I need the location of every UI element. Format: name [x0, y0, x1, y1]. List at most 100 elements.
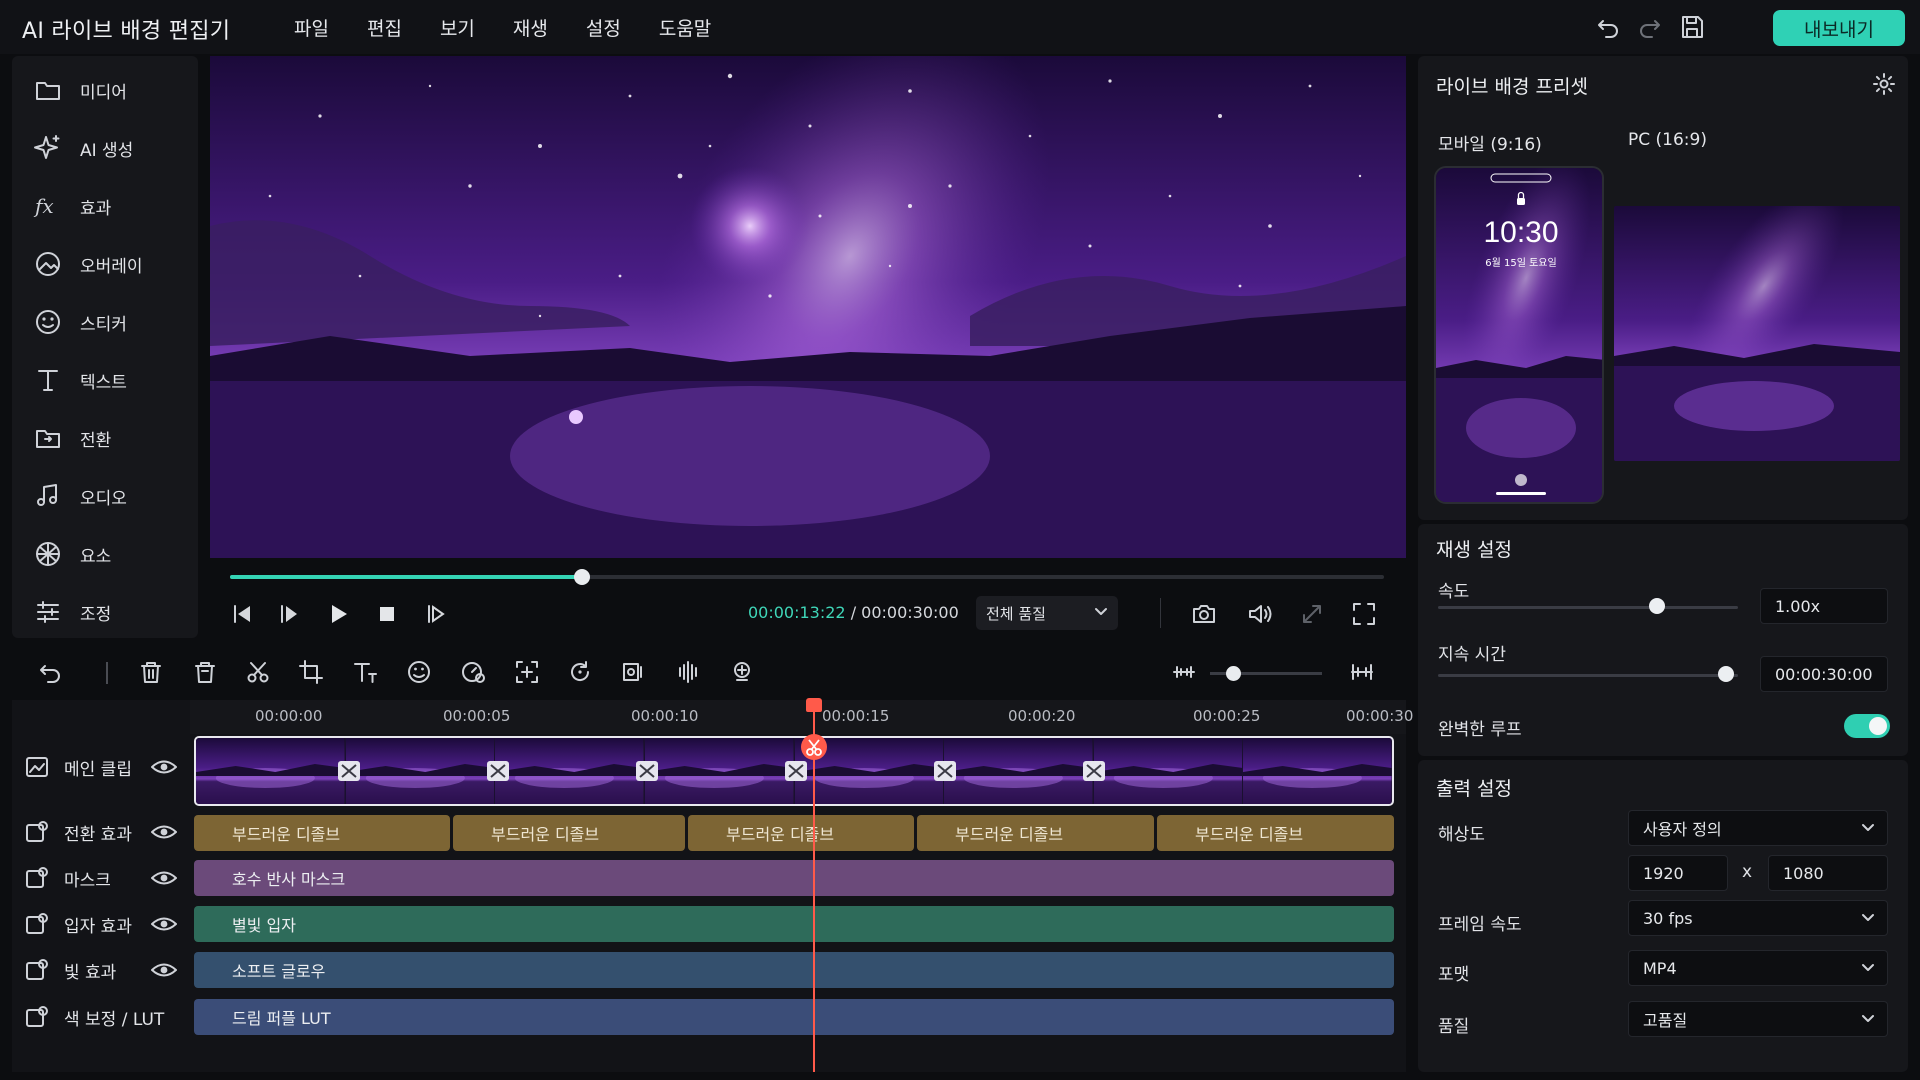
fullscreen-icon[interactable] — [1350, 600, 1378, 628]
eye-icon[interactable] — [150, 822, 178, 842]
ai-voice-icon[interactable] — [728, 658, 756, 686]
transition-clip[interactable]: 부드러운 디졸브 — [1157, 815, 1394, 851]
video-preview[interactable] — [210, 56, 1406, 558]
sidebar-item-text[interactable]: 텍스트 — [32, 360, 127, 400]
mask-clip[interactable]: 호수 반사 마스크 — [194, 860, 1394, 896]
eye-icon[interactable] — [150, 868, 178, 888]
pc-preview[interactable] — [1614, 206, 1900, 461]
skip-back-icon[interactable] — [228, 600, 256, 628]
progress-handle[interactable] — [573, 569, 590, 585]
undo-icon[interactable] — [1594, 13, 1622, 41]
save-icon[interactable] — [1678, 13, 1706, 41]
audio-split-icon[interactable] — [674, 658, 702, 686]
loop-toggle[interactable] — [1844, 714, 1890, 738]
text-tool-icon[interactable] — [351, 658, 379, 686]
resolution-select[interactable]: 사용자 정의 — [1628, 810, 1888, 846]
eye-icon[interactable] — [150, 960, 178, 980]
eye-icon[interactable] — [150, 757, 178, 777]
speed-slider[interactable] — [1438, 606, 1738, 609]
menu-view[interactable]: 보기 — [440, 14, 475, 41]
menu-edit[interactable]: 편집 — [367, 14, 402, 41]
speed-input[interactable]: 1.00x — [1760, 588, 1888, 624]
volume-icon[interactable] — [1246, 600, 1274, 628]
sidebar-item-audio[interactable]: 오디오 — [32, 476, 127, 516]
tab-mobile[interactable]: 모바일 (9:16) — [1438, 130, 1542, 155]
undo-icon[interactable] — [36, 658, 64, 686]
pc-preview-image — [1614, 206, 1900, 461]
speed-handle[interactable] — [1649, 598, 1665, 614]
playback-progress[interactable] — [230, 569, 1384, 585]
tab-pc[interactable]: PC (16:9) — [1628, 130, 1707, 150]
transition-marker-icon[interactable] — [338, 761, 360, 781]
sticker-tool-icon[interactable] — [405, 658, 433, 686]
transition-marker-icon[interactable] — [636, 761, 658, 781]
transition-marker-icon[interactable] — [1083, 761, 1105, 781]
redo-icon[interactable] — [1636, 13, 1664, 41]
split-scissors-icon[interactable] — [244, 658, 272, 686]
transition-marker-icon[interactable] — [934, 761, 956, 781]
play-icon[interactable] — [324, 600, 352, 628]
export-button[interactable]: 내보내기 — [1773, 10, 1905, 46]
track-header-main[interactable]: 메인 클립 — [12, 747, 190, 787]
rotate-icon[interactable] — [566, 658, 594, 686]
track-header-lut[interactable]: 색 보정 / LUT — [12, 997, 190, 1037]
layer-icon — [26, 821, 48, 842]
freeze-frame-icon[interactable] — [513, 658, 541, 686]
zoom-handle[interactable] — [1226, 666, 1241, 681]
sidebar-item-effects[interactable]: fx 효과 — [32, 186, 111, 226]
duration-input[interactable]: 00:00:30:00 — [1760, 656, 1888, 692]
scissors-icon[interactable] — [801, 734, 827, 760]
format-select[interactable]: MP4 — [1628, 950, 1888, 986]
sidebar-item-sticker[interactable]: 스티커 — [32, 302, 127, 342]
camera-icon[interactable] — [1190, 600, 1218, 628]
transition-clip[interactable]: 부드러운 디졸브 — [688, 815, 914, 851]
stop-icon[interactable] — [373, 600, 401, 628]
speed-icon[interactable] — [459, 658, 487, 686]
duration-handle[interactable] — [1718, 666, 1734, 682]
transition-marker-icon[interactable] — [785, 761, 807, 781]
framerate-select[interactable]: 30 fps — [1628, 900, 1888, 936]
transition-clip[interactable]: 부드러운 디졸브 — [917, 815, 1154, 851]
preview-quality-select[interactable]: 전체 품질 — [976, 596, 1118, 630]
height-input[interactable]: 1080 — [1768, 855, 1888, 891]
trash-icon[interactable] — [191, 658, 219, 686]
expand-icon[interactable] — [1298, 600, 1326, 628]
lut-clip[interactable]: 드림 퍼플 LUT — [194, 999, 1394, 1035]
delete-icon[interactable] — [137, 658, 165, 686]
transition-clip[interactable]: 부드러운 디졸브 — [194, 815, 450, 851]
mobile-preview[interactable]: 10:30 6월 15일 토요일 — [1434, 166, 1604, 504]
eye-icon[interactable] — [150, 914, 178, 934]
transition-marker-icon[interactable] — [487, 761, 509, 781]
track-header-light[interactable]: 빛 효과 — [12, 950, 190, 990]
sidebar-item-overlay[interactable]: 오버레이 — [32, 244, 143, 284]
sidebar-item-elements[interactable]: 요소 — [32, 534, 111, 574]
sidebar-item-ai[interactable]: AI 생성 — [32, 128, 133, 168]
zoom-in-icon[interactable] — [1348, 658, 1376, 686]
overlay-icon — [36, 252, 60, 276]
track-header-particle[interactable]: 입자 효과 — [12, 904, 190, 944]
light-clip[interactable]: 소프트 글로우 — [194, 952, 1394, 988]
crop-icon[interactable] — [297, 658, 325, 686]
svg-text:fx: fx — [33, 194, 54, 218]
menu-file[interactable]: 파일 — [294, 14, 329, 41]
track-header-transition[interactable]: 전환 효과 — [12, 812, 190, 852]
next-frame-icon[interactable] — [422, 600, 450, 628]
sidebar-item-transition[interactable]: 전환 — [32, 418, 111, 458]
sidebar-item-adjust[interactable]: 조정 — [32, 592, 111, 632]
menu-settings[interactable]: 설정 — [586, 14, 621, 41]
sidebar-item-media[interactable]: 미디어 — [32, 70, 127, 110]
width-input[interactable]: 1920 — [1628, 855, 1728, 891]
menu-help[interactable]: 도움말 — [659, 14, 711, 41]
track-header-mask[interactable]: 마스크 — [12, 858, 190, 898]
chevron-down-icon — [1095, 608, 1107, 615]
quality-select[interactable]: 고품질 — [1628, 1001, 1888, 1037]
menu-play[interactable]: 재생 — [513, 14, 548, 41]
zoom-out-icon[interactable] — [1170, 658, 1198, 686]
playhead-handle[interactable] — [806, 698, 822, 712]
duration-slider[interactable] — [1438, 674, 1738, 677]
step-forward-icon[interactable] — [275, 600, 303, 628]
gear-icon[interactable] — [1872, 72, 1896, 96]
transition-clip[interactable]: 부드러운 디졸브 — [453, 815, 685, 851]
particle-clip[interactable]: 별빛 입자 — [194, 906, 1394, 942]
keyframe-icon[interactable] — [620, 658, 648, 686]
